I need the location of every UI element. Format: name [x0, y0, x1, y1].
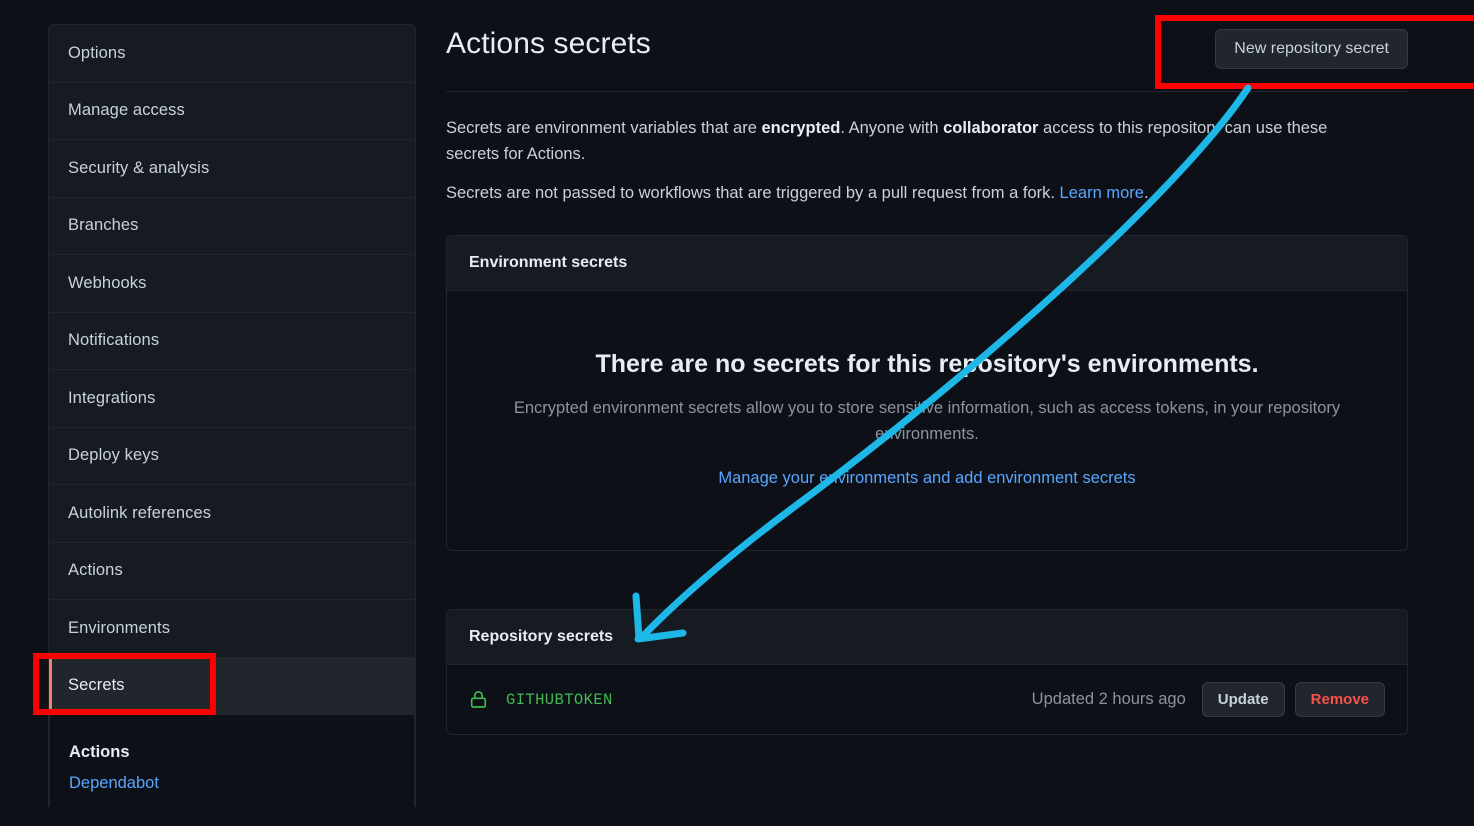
intro-text: Secrets are environment variables that a…: [446, 92, 1371, 206]
sidebar-item-autolink-references[interactable]: Autolink references: [49, 485, 415, 543]
page-root: Options Manage access Security & analysi…: [0, 0, 1474, 826]
sidebar-subsection-actions: Actions Dependabot: [49, 715, 415, 807]
table-row: GITHUBTOKEN Updated 2 hours ago Update R…: [447, 665, 1407, 734]
sidebar-item-label: Webhooks: [68, 273, 147, 292]
intro-text-period: .: [1143, 184, 1149, 202]
sidebar-item-label: Branches: [68, 216, 139, 235]
environment-secrets-empty-state: There are no secrets for this repository…: [447, 291, 1407, 550]
sidebar-item-label: Actions: [68, 561, 123, 580]
new-repository-secret-button[interactable]: New repository secret: [1215, 29, 1408, 69]
intro-encrypted-emphasis: encrypted: [761, 119, 841, 137]
page-header: Actions secrets New repository secret: [446, 24, 1408, 92]
sidebar-item-manage-access[interactable]: Manage access: [49, 83, 415, 140]
sidebar-item-notifications[interactable]: Notifications: [49, 313, 415, 370]
environment-secrets-panel: Environment secrets There are no secrets…: [446, 235, 1408, 551]
sidebar-item-label: Notifications: [68, 331, 160, 350]
settings-sidebar: Options Manage access Security & analysi…: [48, 24, 416, 807]
sidebar-subsection-heading: Actions: [69, 743, 130, 761]
sidebar-item-secrets[interactable]: Secrets: [49, 657, 415, 715]
empty-state-title: There are no secrets for this repository…: [595, 350, 1259, 378]
intro-collaborator-emphasis: collaborator: [943, 119, 1039, 137]
intro-paragraph-1: Secrets are environment variables that a…: [446, 115, 1371, 167]
sidebar-item-dependabot[interactable]: Dependabot: [69, 774, 414, 807]
sidebar-item-deploy-keys[interactable]: Deploy keys: [49, 428, 415, 485]
remove-secret-button[interactable]: Remove: [1294, 682, 1385, 717]
intro-text-a: Secrets are environment variables that a…: [446, 119, 762, 137]
sidebar-item-security-analysis[interactable]: Security & analysis: [49, 140, 415, 198]
lock-icon: [469, 690, 488, 709]
manage-environments-link[interactable]: Manage your environments and add environ…: [718, 469, 1135, 488]
sidebar-item-options[interactable]: Options: [49, 25, 415, 83]
repository-secrets-panel: Repository secrets GITHUBTOKEN Updated 2…: [446, 609, 1408, 735]
learn-more-link[interactable]: Learn more: [1060, 184, 1144, 202]
sidebar-item-branches[interactable]: Branches: [49, 198, 415, 255]
update-secret-button[interactable]: Update: [1201, 682, 1285, 717]
secret-name: GITHUBTOKEN: [506, 690, 613, 709]
sidebar-item-label: Environments: [68, 618, 171, 637]
sidebar-item-label: Options: [68, 43, 126, 62]
environment-secrets-header: Environment secrets: [447, 236, 1407, 291]
page-title: Actions secrets: [446, 27, 651, 60]
sidebar-item-environments[interactable]: Environments: [49, 600, 415, 658]
sidebar-item-webhooks[interactable]: Webhooks: [49, 255, 415, 313]
intro-text-fork: Secrets are not passed to workflows that…: [446, 184, 1060, 202]
empty-state-description: Encrypted environment secrets allow you …: [513, 399, 1341, 443]
sidebar-item-label: Secrets: [68, 676, 125, 695]
sidebar-item-actions[interactable]: Actions: [49, 543, 415, 600]
sidebar-item-label: Autolink references: [68, 503, 212, 522]
intro-text-c: . Anyone with: [840, 119, 944, 137]
secret-updated-timestamp: Updated 2 hours ago: [1031, 690, 1186, 708]
repository-secrets-header: Repository secrets: [447, 610, 1407, 665]
intro-paragraph-2: Secrets are not passed to workflows that…: [446, 180, 1371, 206]
sidebar-item-label: Security & analysis: [68, 158, 210, 177]
sidebar-item-label: Integrations: [68, 388, 156, 407]
sidebar-item-integrations[interactable]: Integrations: [49, 370, 415, 428]
sidebar-item-label: Deploy keys: [68, 446, 159, 465]
sidebar-item-label: Manage access: [68, 101, 185, 120]
main-content: Actions secrets New repository secret Se…: [446, 24, 1408, 735]
